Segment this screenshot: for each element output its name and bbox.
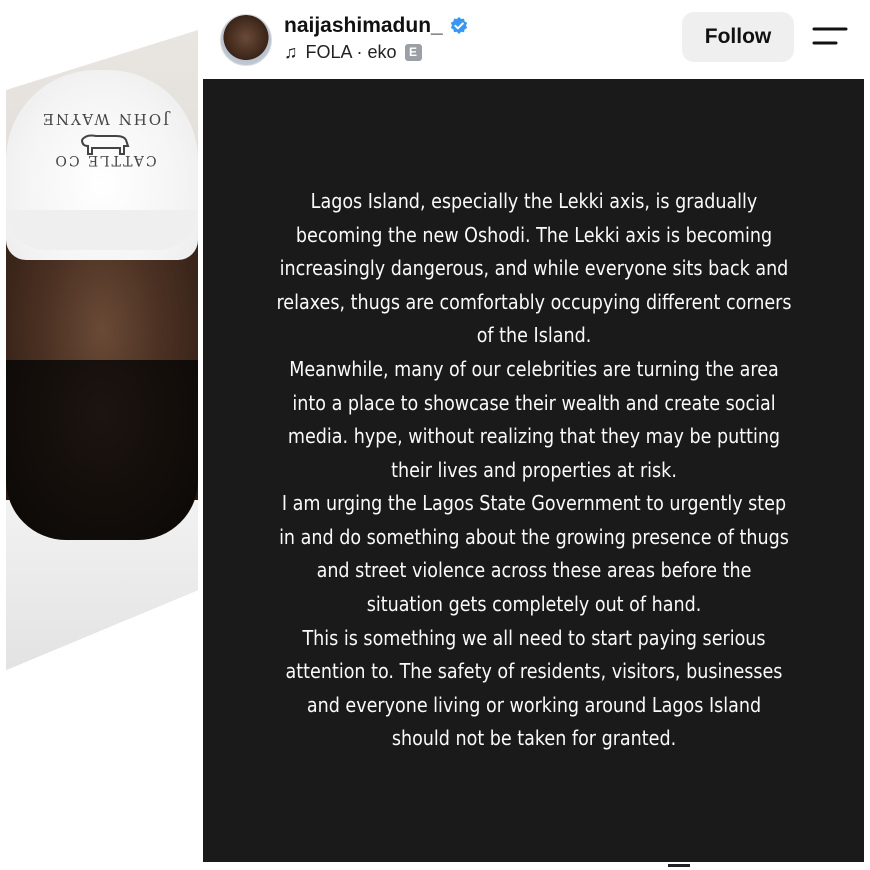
story-paragraph-4: This is something we all need to start p… (285, 625, 782, 751)
page-indicator (668, 864, 690, 867)
story-paragraph-2: Meanwhile, many of our celebrities are t… (287, 356, 780, 482)
music-note-icon: ♫ (284, 42, 298, 62)
music-attribution[interactable]: ♫ FOLA · eko E (284, 42, 422, 63)
cap-text-top: JOHN WAYNE (40, 110, 170, 128)
photo-beard (6, 360, 198, 540)
cap-text-bottom: CATTLE CO (53, 152, 157, 168)
story-text: Lagos Island, especially the Lekki axis,… (276, 185, 792, 756)
story-paragraph-1: Lagos Island, especially the Lekki axis,… (275, 188, 792, 348)
username-row: naijashimadun_ (284, 14, 469, 38)
username[interactable]: naijashimadun_ (284, 14, 443, 38)
story-paragraph-3: I am urging the Lagos State Government t… (278, 491, 789, 617)
photo-cap-brim (6, 210, 198, 250)
explicit-badge: E (404, 44, 422, 61)
menu-icon[interactable] (810, 22, 850, 52)
music-track: FOLA · eko (305, 42, 397, 62)
profile-photo: JOHN WAYNE CATTLE CO (6, 30, 198, 670)
follow-button[interactable]: Follow (682, 12, 794, 62)
story-card: Lagos Island, especially the Lekki axis,… (203, 79, 864, 862)
avatar[interactable] (220, 14, 272, 66)
verified-badge-icon (450, 17, 467, 34)
